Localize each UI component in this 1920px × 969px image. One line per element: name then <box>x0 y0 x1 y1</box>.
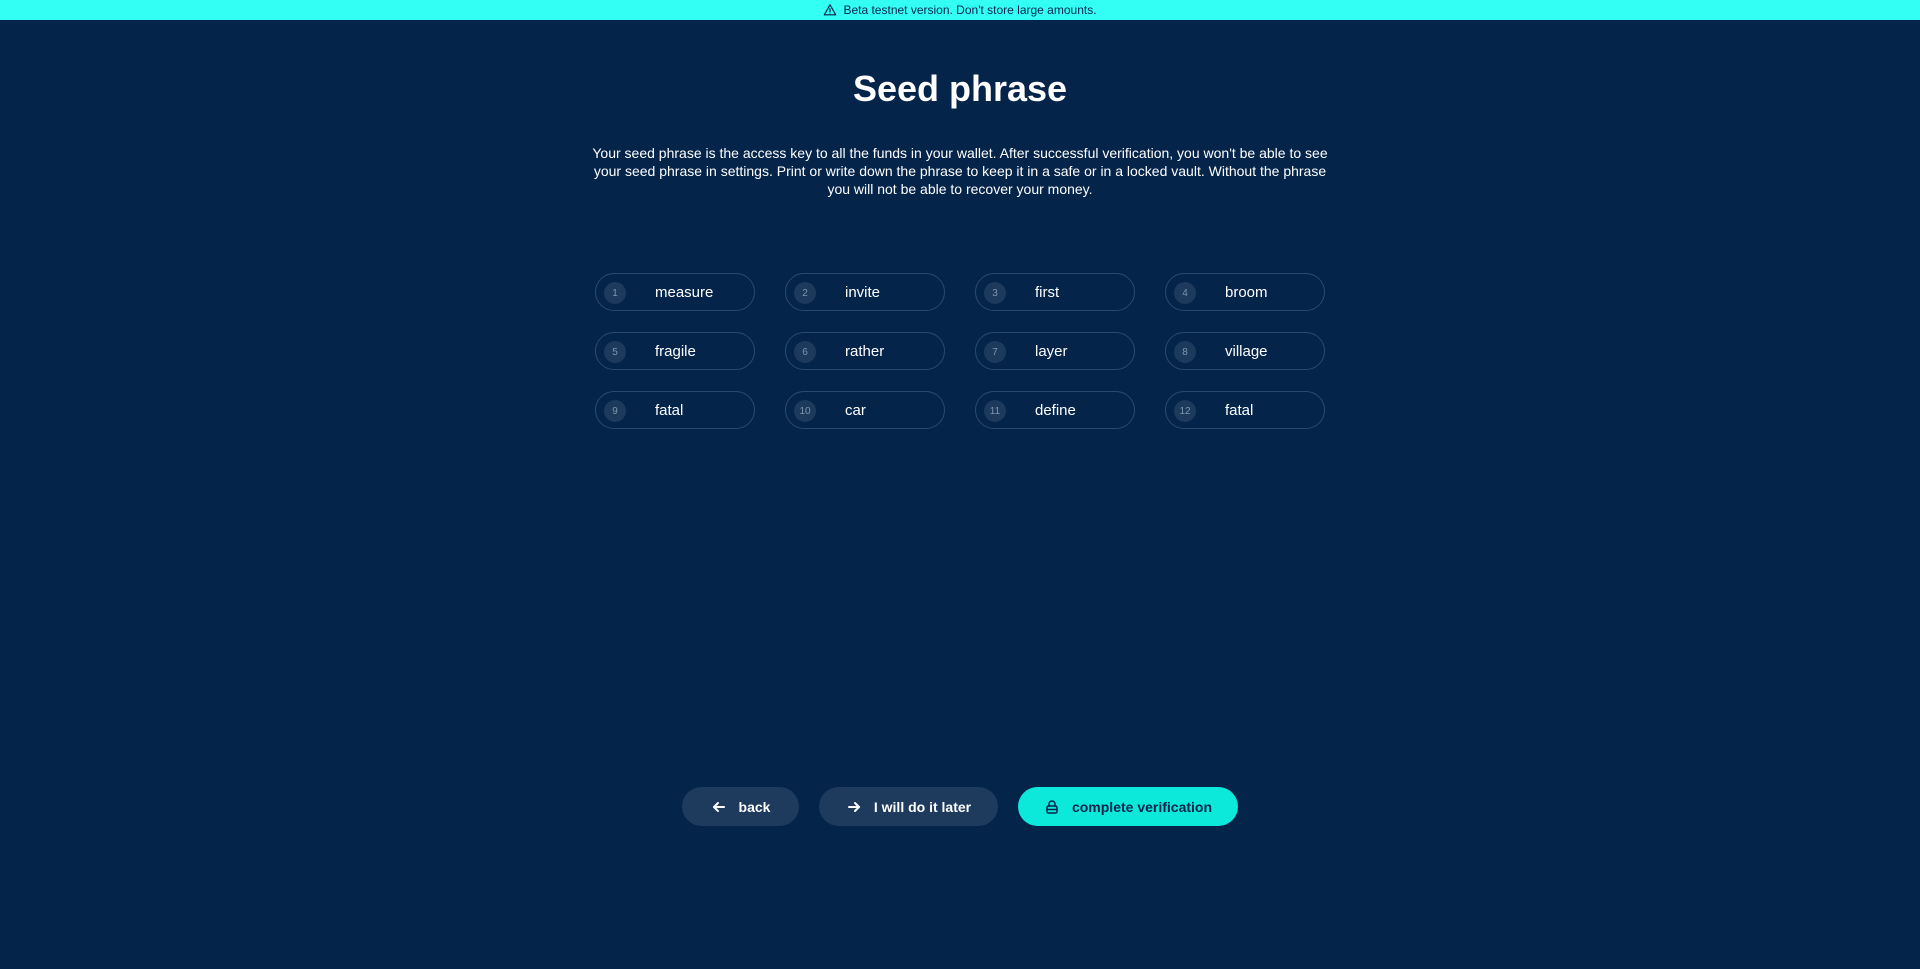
warning-icon <box>823 3 837 17</box>
seed-word-grid: 1 measure 2 invite 3 first 4 broom 5 fra… <box>595 273 1325 429</box>
seed-word-item: 1 measure <box>595 273 755 311</box>
seed-word-item: 10 car <box>785 391 945 429</box>
action-bar: back I will do it later complete verific… <box>0 787 1920 826</box>
seed-word-item: 3 first <box>975 273 1135 311</box>
banner-text: Beta testnet version. Don't store large … <box>843 3 1097 17</box>
seed-word-text: first <box>1035 283 1060 301</box>
seed-word-text: define <box>1035 401 1076 419</box>
seed-word-text: fragile <box>655 342 696 360</box>
seed-word-text: broom <box>1225 283 1268 301</box>
seed-word-number: 5 <box>604 341 626 363</box>
page-title: Seed phrase <box>852 68 1068 109</box>
seed-word-item: 2 invite <box>785 273 945 311</box>
seed-word-number: 10 <box>794 400 816 422</box>
seed-word-text: layer <box>1035 342 1068 360</box>
seed-word-item: 6 rather <box>785 332 945 370</box>
seed-word-number: 9 <box>604 400 626 422</box>
seed-word-number: 11 <box>984 400 1006 422</box>
page-description: Your seed phrase is the access key to al… <box>592 145 1328 197</box>
seed-word-text: fatal <box>1225 401 1254 419</box>
seed-word-number: 12 <box>1174 400 1196 422</box>
beta-warning-banner: Beta testnet version. Don't store large … <box>0 0 1920 20</box>
seed-word-number: 8 <box>1174 341 1196 363</box>
seed-word-number: 6 <box>794 341 816 363</box>
complete-verification-button[interactable]: complete verification <box>1018 787 1238 826</box>
lock-icon <box>1044 799 1060 815</box>
seed-word-item: 5 fragile <box>595 332 755 370</box>
seed-word-item: 11 define <box>975 391 1135 429</box>
seed-word-item: 12 fatal <box>1165 391 1325 429</box>
back-button-label: back <box>738 798 771 815</box>
seed-word-item: 9 fatal <box>595 391 755 429</box>
seed-word-number: 2 <box>794 282 816 304</box>
seed-word-item: 8 village <box>1165 332 1325 370</box>
complete-verification-button-label: complete verification <box>1071 798 1213 815</box>
seed-word-text: measure <box>655 283 714 301</box>
seed-word-number: 3 <box>984 282 1006 304</box>
arrow-left-icon <box>711 799 727 815</box>
arrow-right-icon <box>846 799 862 815</box>
seed-word-item: 7 layer <box>975 332 1135 370</box>
seed-word-text: invite <box>845 283 881 301</box>
seed-word-number: 4 <box>1174 282 1196 304</box>
seed-word-item: 4 broom <box>1165 273 1325 311</box>
do-it-later-button[interactable]: I will do it later <box>819 787 998 826</box>
seed-word-text: rather <box>845 342 885 360</box>
seed-word-number: 7 <box>984 341 1006 363</box>
seed-word-text: car <box>845 401 866 419</box>
seed-word-text: fatal <box>655 401 684 419</box>
do-it-later-button-label: I will do it later <box>873 798 972 815</box>
back-button[interactable]: back <box>682 787 799 826</box>
seed-word-number: 1 <box>604 282 626 304</box>
seed-word-text: village <box>1225 342 1268 360</box>
